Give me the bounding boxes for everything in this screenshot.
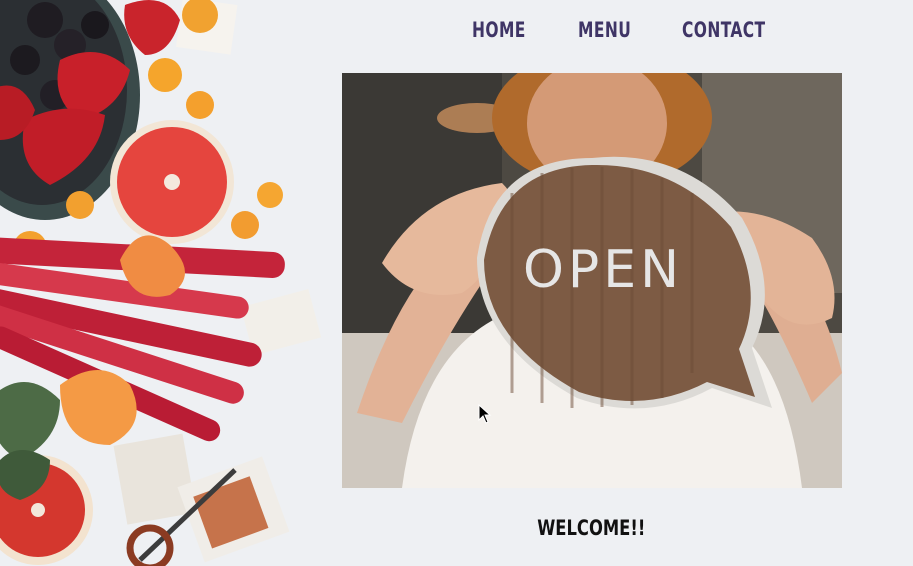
nav-home-link[interactable]: HOME [472, 18, 526, 42]
welcome-section: WELCOME!! [0, 516, 913, 540]
nav-contact-link[interactable]: CONTACT [682, 18, 766, 42]
open-sign-text: OPEN [522, 240, 684, 300]
main-nav: HOME MENU CONTACT [472, 18, 784, 42]
welcome-heading: WELCOME!! [537, 516, 646, 540]
nav-menu-link[interactable]: MENU [578, 18, 631, 42]
decorative-food-background [0, 0, 330, 566]
mouse-cursor-icon [478, 403, 492, 428]
